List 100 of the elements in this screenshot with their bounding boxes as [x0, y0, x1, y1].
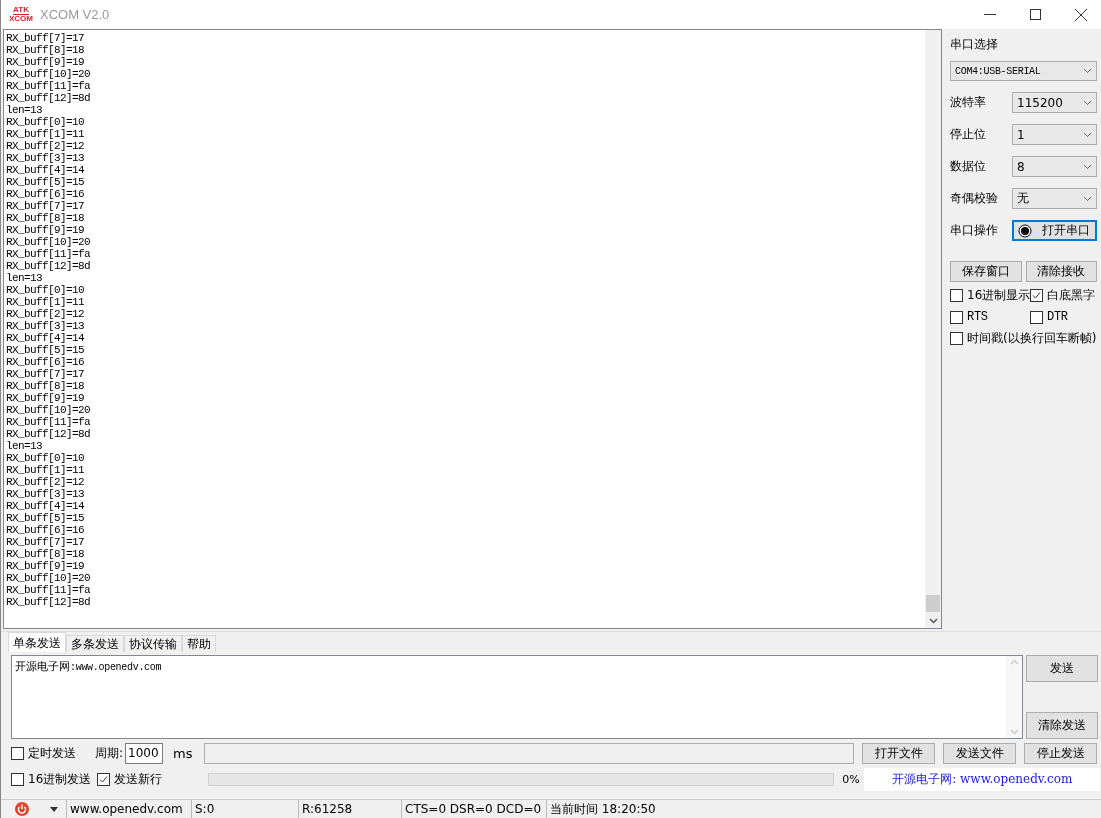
receive-line: RX_buff[0]=10 [6, 116, 84, 128]
scroll-down-icon[interactable] [928, 618, 938, 624]
file-button[interactable]: 停止发送 [1024, 743, 1098, 764]
receive-line: RX_buff[9]=19 [6, 560, 84, 572]
port-dropdown[interactable]: COM4:USB-SERIAL [950, 61, 1097, 81]
receive-line: RX_buff[10]=20 [6, 572, 90, 584]
receive-line: RX_buff[3]=13 [6, 152, 84, 164]
chevron-down-icon [1083, 99, 1092, 106]
receive-line: RX_buff[8]=18 [6, 548, 84, 560]
checkbox-label: 定时发送 [28, 745, 76, 762]
receive-line: RX_buff[12]=8d [6, 260, 90, 272]
setting-dropdown[interactable]: 无 [1012, 188, 1097, 209]
receive-line: RX_buff[11]=fa [6, 248, 90, 260]
maximize-icon[interactable] [1030, 9, 1041, 20]
send-field[interactable]: 开源电子网:www.openedv.com [11, 655, 1023, 739]
setting-label: 波特率 [950, 94, 987, 111]
receive-line: RX_buff[10]=20 [6, 68, 90, 80]
setting-dropdown[interactable]: 115200 [1012, 92, 1097, 113]
checkbox-label: DTR [1047, 310, 1068, 324]
receive-line: RX_buff[11]=fa [6, 584, 90, 596]
window-title: XCOM V2.0 [40, 7, 110, 22]
receive-line: RX_buff[6]=16 [6, 188, 84, 200]
website-banner[interactable]: 开源电子网: www.openedv.com [864, 768, 1101, 791]
chevron-down-icon [1083, 163, 1092, 170]
status-text: R:61258 [298, 800, 401, 818]
receive-line: RX_buff[12]=8d [6, 92, 90, 104]
panel-button[interactable]: 清除接收 [1025, 261, 1097, 282]
tab[interactable]: 协议传输 [124, 635, 182, 652]
checkbox[interactable] [950, 289, 963, 302]
scrollbar[interactable] [925, 30, 941, 628]
tab[interactable]: 帮助 [182, 635, 216, 652]
receive-line: RX_buff[4]=14 [6, 500, 84, 512]
checkbox[interactable] [950, 310, 963, 324]
panel-button[interactable]: 保存窗口 [950, 261, 1022, 282]
receive-line: RX_buff[5]=15 [6, 176, 84, 188]
power-icon[interactable] [14, 801, 30, 817]
receive-line: RX_buff[8]=18 [6, 380, 84, 392]
send-button[interactable]: 发送 [1026, 655, 1098, 682]
file-path-field[interactable] [204, 743, 855, 764]
tab[interactable]: 单条发送 [8, 632, 66, 652]
status-text: 当前时间 18:20:50 [546, 800, 659, 818]
caret-icon[interactable] [50, 806, 58, 812]
checkbox[interactable] [11, 747, 24, 760]
receive-line: RX_buff[9]=19 [6, 56, 84, 68]
receive-line: RX_buff[7]=17 [6, 368, 84, 380]
receive-line: RX_buff[2]=12 [6, 308, 84, 320]
period-field[interactable]: 1000 [125, 743, 164, 764]
receive-line: RX_buff[4]=14 [6, 332, 84, 344]
receive-line: RX_buff[4]=14 [6, 164, 84, 176]
receive-line: RX_buff[11]=fa [6, 80, 90, 92]
receive-line: RX_buff[0]=10 [6, 284, 84, 296]
status-text: www.openedv.com [66, 800, 191, 818]
port-label: 串口选择 [950, 36, 999, 53]
open-port-button[interactable]: 打开串口 [1012, 220, 1097, 241]
receive-line: RX_buff[6]=16 [6, 356, 84, 368]
app-logo: ATK XCOM [10, 6, 32, 23]
receive-line: RX_buff[10]=20 [6, 236, 90, 248]
receive-line: RX_buff[9]=19 [6, 224, 84, 236]
close-icon[interactable] [1075, 8, 1087, 21]
receive-line: RX_buff[11]=fa [6, 416, 90, 428]
minimize-icon[interactable] [984, 13, 996, 16]
checkbox-label: 16进制发送 [28, 771, 92, 788]
receive-line: RX_buff[1]=11 [6, 128, 84, 140]
receive-line: RX_buff[1]=11 [6, 464, 84, 476]
receive-line: RX_buff[2]=12 [6, 140, 84, 152]
operation-label: 串口操作 [950, 222, 999, 239]
status-text: S:0 [191, 800, 298, 818]
checkbox-label: 发送新行 [114, 771, 163, 788]
clear-send-button[interactable]: 清除发送 [1026, 712, 1098, 739]
receive-line: RX_buff[8]=18 [6, 44, 84, 56]
radio-icon [1018, 223, 1032, 238]
file-button[interactable]: 发送文件 [943, 743, 1017, 764]
checkbox[interactable] [11, 773, 24, 786]
setting-dropdown[interactable]: 1 [1012, 124, 1097, 145]
receive-line: RX_buff[5]=15 [6, 344, 84, 356]
receive-line: len=13 [6, 104, 42, 116]
checkbox[interactable] [950, 332, 963, 345]
receive-area[interactable] [3, 29, 942, 629]
receive-line: len=13 [6, 272, 42, 284]
checkbox[interactable] [97, 773, 111, 786]
chevron-down-icon [1083, 68, 1092, 74]
receive-line: RX_buff[10]=20 [6, 404, 90, 416]
checkbox-label: RTS [967, 310, 988, 324]
receive-line: RX_buff[12]=8d [6, 596, 90, 608]
setting-dropdown[interactable]: 8 [1012, 156, 1097, 177]
tab[interactable]: 多条发送 [66, 635, 124, 652]
period-label: 周期: [95, 745, 124, 762]
receive-line: RX_buff[2]=12 [6, 476, 84, 488]
checkbox[interactable] [1030, 310, 1043, 324]
scroll-thumb[interactable] [926, 595, 940, 612]
progress-reading: 0% [842, 773, 861, 786]
chevron-down-icon [1083, 195, 1092, 202]
checkbox-label: 时间戳(以换行回车断帧) [967, 330, 1097, 347]
checkbox[interactable] [1030, 289, 1043, 302]
chevron-down-icon [1083, 131, 1092, 138]
setting-label: 数据位 [950, 158, 987, 175]
receive-line: RX_buff[12]=8d [6, 428, 90, 440]
setting-label: 停止位 [950, 126, 987, 143]
file-button[interactable]: 打开文件 [862, 743, 936, 764]
receive-line: RX_buff[7]=17 [6, 200, 84, 212]
